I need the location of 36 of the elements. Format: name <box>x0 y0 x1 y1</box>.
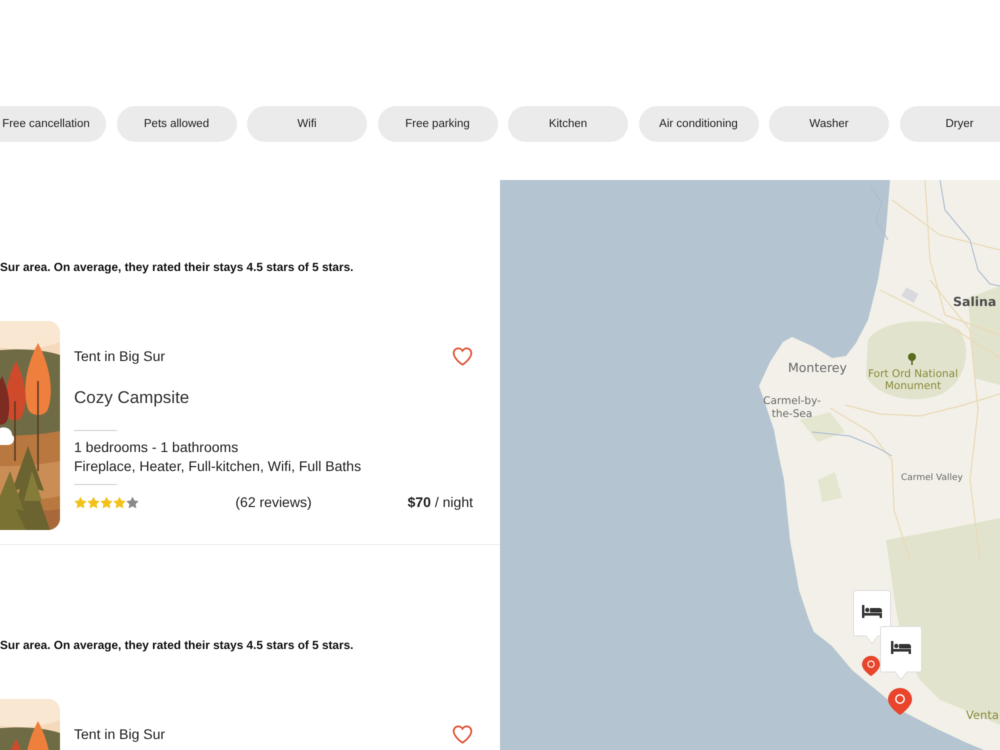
filter-chip[interactable]: Free parking <box>378 106 498 142</box>
filter-chip[interactable]: Air conditioning <box>638 106 758 142</box>
star-icon <box>113 496 126 508</box>
place-label: Monterey <box>788 360 847 376</box>
star-icon <box>126 496 139 508</box>
place-label: Venta <box>966 707 999 723</box>
review-summary: Sur area. On average, they rated their stays 4.5 stars of 5 stars. <box>0 259 354 275</box>
map-pin-icon[interactable] <box>862 654 880 678</box>
filter-chip[interactable]: Kitchen <box>508 106 628 142</box>
parkland-area <box>818 472 842 502</box>
place-label: Salina <box>953 294 996 310</box>
star-icon <box>87 496 100 508</box>
filter-chip[interactable]: Dryer <box>900 106 1000 142</box>
price-text: $70 / night <box>408 493 473 512</box>
review-summary: Sur area. On average, they rated their stays 4.5 stars of 5 stars. <box>0 637 354 653</box>
amenities-text: Fireplace, Heater, Full-kitchen, Wifi, Full Baths <box>74 457 362 476</box>
filter-chip[interactable]: Wifi <box>247 106 367 142</box>
tree-icon <box>907 353 917 365</box>
filter-chip[interactable]: Pets allowed <box>116 106 236 142</box>
bed-icon <box>891 641 911 654</box>
map-pin-icon[interactable] <box>888 688 912 715</box>
filter-chip[interactable]: Free cancellation <box>0 106 106 142</box>
review-count: (62 reviews) <box>235 493 312 512</box>
heart-icon[interactable] <box>452 346 473 366</box>
rooms-text: 1 bedrooms - 1 bathrooms <box>74 438 238 457</box>
listing-title[interactable]: Cozy Campsite <box>74 387 190 409</box>
place-label: Carmel Valley <box>901 472 963 485</box>
heart-icon[interactable] <box>452 724 473 744</box>
bed-icon <box>862 605 882 618</box>
listing-type: Tent in Big Sur <box>74 347 166 366</box>
star-icon <box>74 496 87 508</box>
star-icon <box>100 496 113 508</box>
place-label: Carmel-by-the-Sea <box>762 395 822 421</box>
place-label: Fort Ord National Monument <box>866 368 959 392</box>
listing-type: Tent in Big Sur <box>74 725 166 744</box>
filter-chip[interactable]: Washer <box>769 106 889 142</box>
